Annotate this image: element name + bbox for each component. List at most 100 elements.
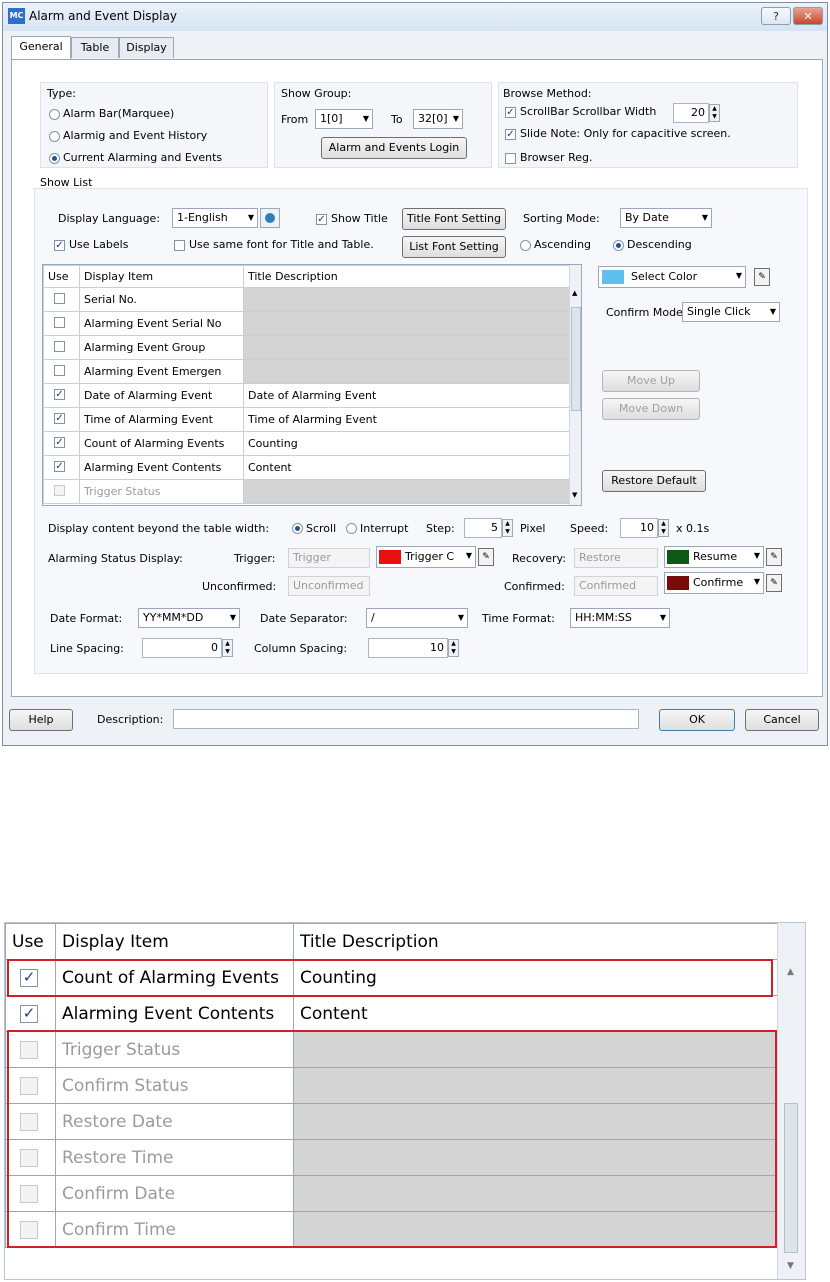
close-icon[interactable]: ✕ [793,7,823,25]
row-use-checkbox[interactable] [54,485,65,496]
color-picker-icon[interactable]: ✎ [478,548,494,566]
color-picker-icon[interactable]: ✎ [754,268,770,286]
title-font-setting-button[interactable]: Title Font Setting [402,208,506,230]
column-spacing-input[interactable]: 10 [368,638,448,658]
row-title-description[interactable] [293,1031,778,1068]
scrollbar-width-input[interactable]: 20 [673,103,709,123]
table-row[interactable]: ✓ Alarming Event Contents Content [43,455,570,480]
scrollbar-thumb[interactable] [571,307,581,411]
table-row[interactable]: Alarming Event Group [43,335,570,360]
scroll-up-icon[interactable]: ▲ [572,289,577,297]
speed-input[interactable]: 10 [620,518,658,538]
row-use-checkbox[interactable] [20,1041,38,1059]
trigger-text-input[interactable]: Trigger [288,548,370,568]
scrollbar-thumb[interactable] [784,1103,798,1253]
zoomed-table-scrollbar[interactable]: ▲ ▼ [777,923,805,1279]
row-title-description[interactable]: Counting [243,431,570,456]
spinner-icon[interactable]: ▲ ▼ [709,104,720,122]
spinner-icon[interactable]: ▲ ▼ [658,519,669,537]
table-row[interactable]: Serial No. [43,287,570,312]
row-title-description[interactable]: Date of Alarming Event [243,383,570,408]
same-font-checkbox[interactable] [174,240,185,251]
move-up-button[interactable]: Move Up [602,370,700,392]
table-row[interactable]: Restore Date [5,1103,778,1140]
spinner-icon[interactable]: ▲ ▼ [222,639,233,657]
row-use-checkbox[interactable]: ✓ [54,389,65,400]
row-use-checkbox[interactable] [20,1113,38,1131]
row-title-description[interactable] [293,1103,778,1140]
scroll-up-icon[interactable]: ▲ [787,967,794,977]
row-use-checkbox[interactable] [20,1077,38,1095]
table-row[interactable]: ✓ Alarming Event Contents Content [5,995,778,1032]
table-row[interactable]: Alarming Event Serial No [43,311,570,336]
recovery-text-input[interactable]: Restore [574,548,658,568]
row-title-description[interactable] [293,1067,778,1104]
show-title-checkbox[interactable]: ✓ [316,214,327,225]
from-group-select[interactable]: 1[0] ▼ [315,109,373,129]
move-down-button[interactable]: Move Down [602,398,700,420]
row-use-checkbox[interactable]: ✓ [54,461,65,472]
row-use-checkbox[interactable] [54,293,65,304]
row-use-checkbox[interactable] [20,1149,38,1167]
table-row[interactable]: Trigger Status [5,1031,778,1068]
alarm-events-login-button[interactable]: Alarm and Events Login [321,137,467,159]
table-row[interactable]: ✓ Count of Alarming Events Counting [43,431,570,456]
table-row[interactable]: Confirm Date [5,1175,778,1212]
row-title-description[interactable] [293,1175,778,1212]
recovery-color-select[interactable]: Resume ▼ [664,546,764,568]
globe-icon[interactable] [260,208,280,228]
trigger-color-select[interactable]: Trigger C ▼ [376,546,476,568]
time-format-select[interactable]: HH:MM:SS ▼ [570,608,670,628]
help-button[interactable]: Help [9,709,73,731]
description-input[interactable] [173,709,639,729]
help-icon[interactable]: ? [761,7,791,25]
to-group-select[interactable]: 32[0] ▼ [413,109,463,129]
spinner-icon[interactable]: ▲ ▼ [502,519,513,537]
tab-display[interactable]: Display [119,37,174,58]
restore-default-button[interactable]: Restore Default [602,470,706,492]
sorting-mode-select[interactable]: By Date ▼ [620,208,712,228]
row-title-description[interactable] [243,359,570,384]
row-title-description[interactable]: Content [243,455,570,480]
unconfirmed-text-input[interactable]: Unconfirmed [288,576,370,596]
table-row[interactable]: ✓ Time of Alarming Event Time of Alarming … [43,407,570,432]
row-title-description[interactable] [243,335,570,360]
row-use-checkbox[interactable] [54,365,65,376]
select-color-combo[interactable]: Select Color ▼ [598,266,746,288]
row-use-checkbox[interactable] [54,317,65,328]
row-title-description[interactable] [243,311,570,336]
date-format-select[interactable]: YY*MM*DD ▼ [138,608,240,628]
color-picker-icon[interactable]: ✎ [766,548,782,566]
table-row[interactable]: Trigger Status [43,479,570,504]
table-row[interactable]: ✓ Count of Alarming Events Counting [5,959,778,996]
table-row[interactable]: ✓ Date of Alarming Event Date of Alarming … [43,383,570,408]
row-use-checkbox[interactable]: ✓ [54,437,65,448]
table-scrollbar[interactable]: ▲ ▼ [569,265,581,505]
date-separator-select[interactable]: / ▼ [366,608,468,628]
step-input[interactable]: 5 [464,518,502,538]
row-title-description[interactable] [293,1211,778,1248]
radio-event-history[interactable] [49,131,60,142]
slide-note-checkbox[interactable]: ✓ [505,129,516,140]
row-title-description[interactable]: Content [293,995,778,1032]
table-row[interactable]: Restore Time [5,1139,778,1176]
table-row[interactable]: Alarming Event Emergen [43,359,570,384]
tab-table[interactable]: Table [71,37,119,58]
row-use-checkbox[interactable]: ✓ [54,413,65,424]
browser-reg-checkbox[interactable] [505,153,516,164]
cancel-button[interactable]: Cancel [745,709,819,731]
color-picker-icon[interactable]: ✎ [766,574,782,592]
row-title-description[interactable]: Time of Alarming Event [243,407,570,432]
scroll-radio[interactable] [292,523,303,534]
descending-radio[interactable] [613,240,624,251]
spinner-icon[interactable]: ▲ ▼ [448,639,459,657]
use-labels-checkbox[interactable]: ✓ [54,240,65,251]
row-use-checkbox[interactable]: ✓ [20,1005,38,1023]
radio-current-alarming[interactable] [49,153,60,164]
table-row[interactable]: Confirm Status [5,1067,778,1104]
interrupt-radio[interactable] [346,523,357,534]
scroll-down-icon[interactable]: ▼ [787,1261,794,1271]
scrollbar-checkbox[interactable]: ✓ [505,107,516,118]
ok-button[interactable]: OK [659,709,735,731]
row-use-checkbox[interactable]: ✓ [20,969,38,987]
